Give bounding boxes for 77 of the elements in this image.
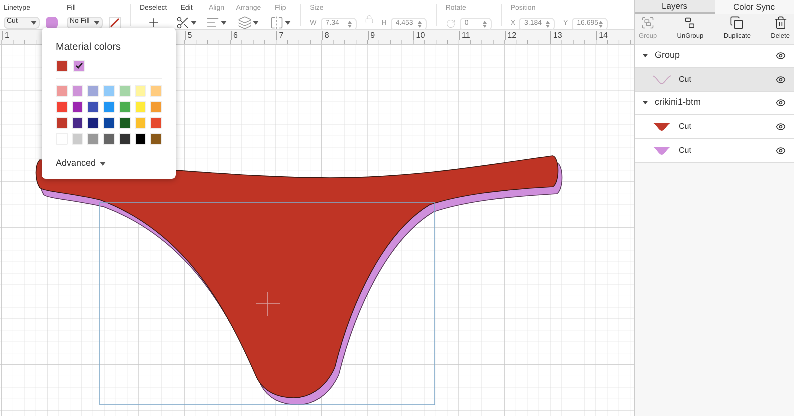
color-swatch[interactable] xyxy=(72,101,84,113)
color-swatch[interactable] xyxy=(73,60,85,72)
caret-icon xyxy=(191,20,198,24)
color-swatch[interactable] xyxy=(150,133,162,145)
popup-title: Material colors xyxy=(56,41,122,55)
no-fill-slash-icon[interactable] xyxy=(109,16,121,28)
caret-icon xyxy=(31,20,37,24)
color-swatch[interactable] xyxy=(150,85,162,97)
color-swatch[interactable] xyxy=(87,101,100,113)
group-icon xyxy=(641,16,656,30)
deselect-icon xyxy=(146,16,161,30)
color-swatch[interactable] xyxy=(118,101,131,113)
ruler-number: 11 xyxy=(459,31,470,40)
color-swatch[interactable] xyxy=(134,117,146,129)
ruler-number: 5 xyxy=(184,31,192,40)
layer-group-row[interactable]: crikini1-btm xyxy=(635,92,794,115)
color-swatch[interactable] xyxy=(87,117,100,129)
caret-icon xyxy=(253,20,260,24)
panel-tab[interactable]: Layers xyxy=(635,0,714,14)
ruler-number: 14 xyxy=(596,31,608,40)
color-swatch[interactable] xyxy=(134,85,146,97)
advanced-dropdown[interactable]: Advanced xyxy=(56,157,162,170)
scissors-icon xyxy=(176,16,190,30)
color-swatch[interactable] xyxy=(72,117,84,129)
arrange-icon xyxy=(238,16,252,30)
color-swatch[interactable] xyxy=(103,85,115,97)
ruler-number: 8 xyxy=(322,31,330,40)
caret-icon xyxy=(221,20,228,24)
layer-row[interactable]: Cut xyxy=(635,115,794,139)
visibility-icon[interactable] xyxy=(776,74,786,84)
ruler-number: 10 xyxy=(413,31,426,40)
color-swatch[interactable] xyxy=(103,101,115,113)
ruler-number: 7 xyxy=(276,31,284,40)
visibility-icon[interactable] xyxy=(776,98,786,108)
layer-row[interactable]: Cut xyxy=(635,139,794,163)
caret-icon xyxy=(100,162,106,166)
disclosure-caret-icon[interactable] xyxy=(643,54,648,58)
front-cut-shape[interactable] xyxy=(36,156,559,398)
ruler-number: 13 xyxy=(550,31,562,40)
color-swatch[interactable] xyxy=(118,133,131,145)
rotate-icon xyxy=(446,19,456,29)
disclosure-caret-icon[interactable] xyxy=(643,101,648,105)
caret-icon xyxy=(94,20,100,24)
color-swatch[interactable] xyxy=(150,117,162,129)
ruler-number: 9 xyxy=(368,31,376,40)
color-swatch[interactable] xyxy=(103,117,115,129)
visibility-icon[interactable] xyxy=(776,146,786,156)
color-swatch[interactable] xyxy=(56,117,68,129)
trash-icon xyxy=(774,16,788,30)
visibility-icon[interactable] xyxy=(776,51,786,61)
color-swatch[interactable] xyxy=(56,60,68,72)
visibility-icon[interactable] xyxy=(776,122,786,132)
color-swatch[interactable] xyxy=(87,133,100,145)
ruler-number: 12 xyxy=(504,31,517,40)
color-swatch[interactable] xyxy=(150,101,162,113)
color-swatch[interactable] xyxy=(72,133,84,145)
color-swatch[interactable] xyxy=(118,117,131,129)
layer-row[interactable]: Cut xyxy=(635,68,794,92)
color-swatch[interactable] xyxy=(56,101,68,113)
flip-icon xyxy=(270,16,284,30)
color-swatch[interactable] xyxy=(134,133,146,145)
color-swatch[interactable] xyxy=(118,85,131,97)
checkmark-icon xyxy=(76,63,82,69)
crosshair-icon xyxy=(256,292,280,316)
duplicate-icon xyxy=(730,16,744,30)
caret-icon xyxy=(285,20,292,24)
color-swatch[interactable] xyxy=(87,85,100,97)
ruler-number: 6 xyxy=(230,31,238,40)
color-swatch[interactable] xyxy=(134,101,146,113)
align-icon xyxy=(206,16,220,30)
color-swatch[interactable] xyxy=(72,85,84,97)
color-swatch[interactable] xyxy=(56,85,68,97)
color-swatch[interactable] xyxy=(103,133,115,145)
ungroup-icon xyxy=(683,16,698,30)
layer-group-row[interactable]: Group xyxy=(635,45,794,68)
ruler-number: 1 xyxy=(2,31,10,40)
linetype-color-swatch[interactable] xyxy=(46,16,58,28)
